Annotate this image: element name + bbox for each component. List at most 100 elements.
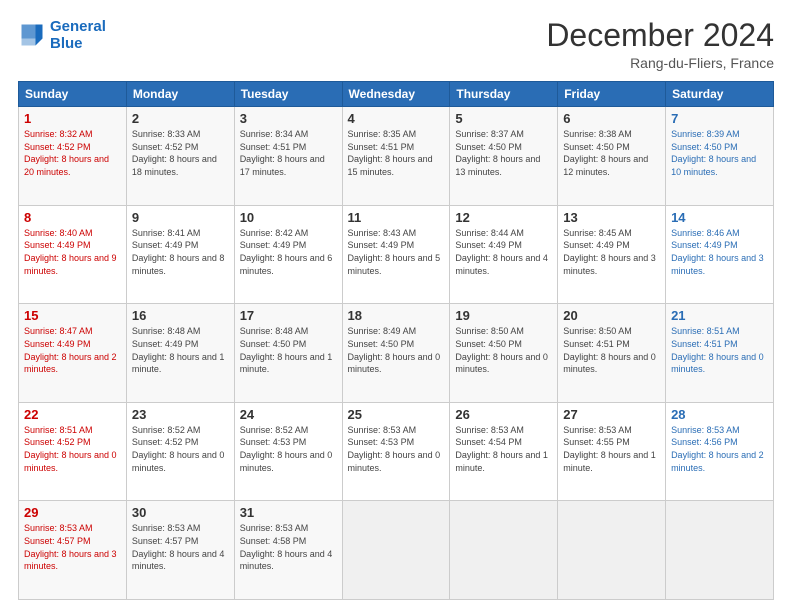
sunset: Sunset: 4:50 PM xyxy=(348,339,415,349)
sunset: Sunset: 4:49 PM xyxy=(24,240,91,250)
table-row: 20 Sunrise: 8:50 AM Sunset: 4:51 PM Dayl… xyxy=(558,304,666,403)
table-row: 9 Sunrise: 8:41 AM Sunset: 4:49 PM Dayli… xyxy=(126,205,234,304)
daylight: Daylight: 8 hours and 0 minutes. xyxy=(671,352,764,375)
table-row: 2 Sunrise: 8:33 AM Sunset: 4:52 PM Dayli… xyxy=(126,107,234,206)
sunset: Sunset: 4:52 PM xyxy=(132,437,199,447)
day-info: Sunrise: 8:53 AM Sunset: 4:55 PM Dayligh… xyxy=(563,424,660,474)
day-info: Sunrise: 8:51 AM Sunset: 4:51 PM Dayligh… xyxy=(671,325,768,375)
sunset: Sunset: 4:50 PM xyxy=(240,339,307,349)
header: General Blue December 2024 Rang-du-Flier… xyxy=(18,18,774,71)
table-row: 8 Sunrise: 8:40 AM Sunset: 4:49 PM Dayli… xyxy=(19,205,127,304)
daylight: Daylight: 8 hours and 9 minutes. xyxy=(24,253,117,276)
daylight: Daylight: 8 hours and 0 minutes. xyxy=(348,450,441,473)
sunrise: Sunrise: 8:51 AM xyxy=(671,326,740,336)
month-title: December 2024 xyxy=(546,18,774,53)
daylight: Daylight: 8 hours and 15 minutes. xyxy=(348,154,433,177)
table-row: 15 Sunrise: 8:47 AM Sunset: 4:49 PM Dayl… xyxy=(19,304,127,403)
table-row: 29 Sunrise: 8:53 AM Sunset: 4:57 PM Dayl… xyxy=(19,501,127,600)
day-number: 25 xyxy=(348,407,445,422)
sunset: Sunset: 4:49 PM xyxy=(671,240,738,250)
sunrise: Sunrise: 8:45 AM xyxy=(563,228,632,238)
daylight: Daylight: 8 hours and 1 minute. xyxy=(455,450,548,473)
sunset: Sunset: 4:56 PM xyxy=(671,437,738,447)
page: General Blue December 2024 Rang-du-Flier… xyxy=(0,0,792,612)
day-info: Sunrise: 8:43 AM Sunset: 4:49 PM Dayligh… xyxy=(348,227,445,277)
day-info: Sunrise: 8:41 AM Sunset: 4:49 PM Dayligh… xyxy=(132,227,229,277)
day-number: 20 xyxy=(563,308,660,323)
sunset: Sunset: 4:49 PM xyxy=(240,240,307,250)
sunset: Sunset: 4:49 PM xyxy=(132,339,199,349)
daylight: Daylight: 8 hours and 1 minute. xyxy=(240,352,333,375)
sunrise: Sunrise: 8:50 AM xyxy=(455,326,524,336)
daylight: Daylight: 8 hours and 3 minutes. xyxy=(671,253,764,276)
daylight: Daylight: 8 hours and 6 minutes. xyxy=(240,253,333,276)
day-number: 3 xyxy=(240,111,337,126)
day-info: Sunrise: 8:48 AM Sunset: 4:49 PM Dayligh… xyxy=(132,325,229,375)
day-number: 28 xyxy=(671,407,768,422)
daylight: Daylight: 8 hours and 1 minute. xyxy=(563,450,656,473)
day-number: 22 xyxy=(24,407,121,422)
table-row xyxy=(666,501,774,600)
day-info: Sunrise: 8:53 AM Sunset: 4:53 PM Dayligh… xyxy=(348,424,445,474)
sunrise: Sunrise: 8:44 AM xyxy=(455,228,524,238)
day-info: Sunrise: 8:50 AM Sunset: 4:51 PM Dayligh… xyxy=(563,325,660,375)
logo: General Blue xyxy=(18,18,106,53)
day-number: 8 xyxy=(24,210,121,225)
location: Rang-du-Fliers, France xyxy=(546,55,774,71)
table-row: 5 Sunrise: 8:37 AM Sunset: 4:50 PM Dayli… xyxy=(450,107,558,206)
table-row: 7 Sunrise: 8:39 AM Sunset: 4:50 PM Dayli… xyxy=(666,107,774,206)
daylight: Daylight: 8 hours and 3 minutes. xyxy=(563,253,656,276)
sunset: Sunset: 4:54 PM xyxy=(455,437,522,447)
sunrise: Sunrise: 8:41 AM xyxy=(132,228,201,238)
sunset: Sunset: 4:50 PM xyxy=(671,142,738,152)
table-row: 14 Sunrise: 8:46 AM Sunset: 4:49 PM Dayl… xyxy=(666,205,774,304)
sunset: Sunset: 4:58 PM xyxy=(240,536,307,546)
day-number: 14 xyxy=(671,210,768,225)
sunrise: Sunrise: 8:52 AM xyxy=(132,425,201,435)
calendar-body: 1 Sunrise: 8:32 AM Sunset: 4:52 PM Dayli… xyxy=(19,107,774,600)
day-number: 23 xyxy=(132,407,229,422)
daylight: Daylight: 8 hours and 2 minutes. xyxy=(671,450,764,473)
sunrise: Sunrise: 8:33 AM xyxy=(132,129,201,139)
daylight: Daylight: 8 hours and 12 minutes. xyxy=(563,154,648,177)
day-info: Sunrise: 8:32 AM Sunset: 4:52 PM Dayligh… xyxy=(24,128,121,178)
day-info: Sunrise: 8:47 AM Sunset: 4:49 PM Dayligh… xyxy=(24,325,121,375)
sunrise: Sunrise: 8:43 AM xyxy=(348,228,417,238)
day-number: 31 xyxy=(240,505,337,520)
sunset: Sunset: 4:55 PM xyxy=(563,437,630,447)
sunset: Sunset: 4:50 PM xyxy=(455,339,522,349)
col-sunday: Sunday xyxy=(19,82,127,107)
sunrise: Sunrise: 8:48 AM xyxy=(240,326,309,336)
sunrise: Sunrise: 8:53 AM xyxy=(348,425,417,435)
table-row: 18 Sunrise: 8:49 AM Sunset: 4:50 PM Dayl… xyxy=(342,304,450,403)
daylight: Daylight: 8 hours and 0 minutes. xyxy=(455,352,548,375)
day-number: 11 xyxy=(348,210,445,225)
sunset: Sunset: 4:52 PM xyxy=(24,142,91,152)
daylight: Daylight: 8 hours and 17 minutes. xyxy=(240,154,325,177)
table-row: 16 Sunrise: 8:48 AM Sunset: 4:49 PM Dayl… xyxy=(126,304,234,403)
table-row: 26 Sunrise: 8:53 AM Sunset: 4:54 PM Dayl… xyxy=(450,402,558,501)
day-info: Sunrise: 8:37 AM Sunset: 4:50 PM Dayligh… xyxy=(455,128,552,178)
day-number: 6 xyxy=(563,111,660,126)
table-row: 4 Sunrise: 8:35 AM Sunset: 4:51 PM Dayli… xyxy=(342,107,450,206)
table-row: 11 Sunrise: 8:43 AM Sunset: 4:49 PM Dayl… xyxy=(342,205,450,304)
sunrise: Sunrise: 8:49 AM xyxy=(348,326,417,336)
daylight: Daylight: 8 hours and 5 minutes. xyxy=(348,253,441,276)
daylight: Daylight: 8 hours and 4 minutes. xyxy=(132,549,225,572)
day-number: 29 xyxy=(24,505,121,520)
sunrise: Sunrise: 8:38 AM xyxy=(563,129,632,139)
daylight: Daylight: 8 hours and 0 minutes. xyxy=(348,352,441,375)
sunrise: Sunrise: 8:40 AM xyxy=(24,228,93,238)
day-info: Sunrise: 8:39 AM Sunset: 4:50 PM Dayligh… xyxy=(671,128,768,178)
col-wednesday: Wednesday xyxy=(342,82,450,107)
table-row: 25 Sunrise: 8:53 AM Sunset: 4:53 PM Dayl… xyxy=(342,402,450,501)
table-row: 19 Sunrise: 8:50 AM Sunset: 4:50 PM Dayl… xyxy=(450,304,558,403)
logo-text: General Blue xyxy=(50,18,106,53)
day-info: Sunrise: 8:53 AM Sunset: 4:57 PM Dayligh… xyxy=(24,522,121,572)
day-number: 19 xyxy=(455,308,552,323)
table-row: 27 Sunrise: 8:53 AM Sunset: 4:55 PM Dayl… xyxy=(558,402,666,501)
day-number: 2 xyxy=(132,111,229,126)
daylight: Daylight: 8 hours and 18 minutes. xyxy=(132,154,217,177)
day-info: Sunrise: 8:42 AM Sunset: 4:49 PM Dayligh… xyxy=(240,227,337,277)
day-info: Sunrise: 8:53 AM Sunset: 4:57 PM Dayligh… xyxy=(132,522,229,572)
